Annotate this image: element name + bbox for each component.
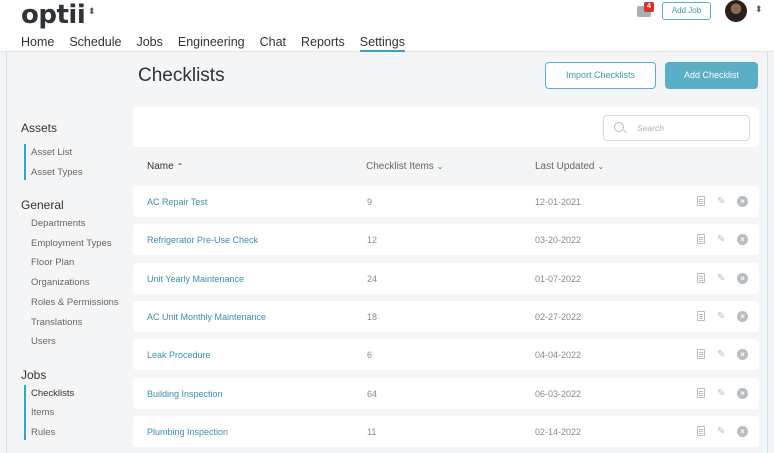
checklist-items-count: 11 <box>367 427 377 437</box>
sidebar-item-users[interactable]: Users <box>31 336 56 347</box>
checklist-name-link[interactable]: AC Repair Test <box>147 197 207 207</box>
checklist-items-count: 12 <box>367 235 378 245</box>
sidebar-item-organizations[interactable]: Organizations <box>31 277 90 288</box>
add-job-button[interactable]: Add Job <box>662 2 711 20</box>
nav-reports[interactable]: Reports <box>301 35 345 52</box>
last-updated: 02-14-2022 <box>535 427 582 437</box>
sidebar-section-general: General <box>21 198 64 212</box>
nav-schedule[interactable]: Schedule <box>69 35 121 52</box>
view-document-icon[interactable] <box>697 234 705 244</box>
view-document-icon[interactable] <box>697 388 705 398</box>
frame-border-right <box>767 52 768 453</box>
chevron-down-icon: ⌄ <box>597 162 605 171</box>
sidebar-item-rules[interactable]: Rules <box>31 427 55 438</box>
chat-badge: 4 <box>644 2 654 12</box>
delete-icon[interactable]: × <box>737 273 748 284</box>
edit-pencil-icon[interactable]: ✎ <box>717 388 729 399</box>
nav-chat[interactable]: Chat <box>260 35 286 52</box>
delete-icon[interactable]: × <box>737 196 748 207</box>
last-updated: 04-04-2022 <box>535 350 582 360</box>
view-document-icon[interactable] <box>697 349 705 359</box>
table-row: Refrigerator Pre-Use Check 12 03-20-2022… <box>133 224 759 255</box>
last-updated: 03-20-2022 <box>535 235 582 245</box>
checklist-name-link[interactable]: AC Unit Monthly Maintenance <box>147 312 266 322</box>
checklist-name-link[interactable]: Leak Procedure <box>147 350 211 360</box>
sidebar-section-assets: Assets <box>21 121 58 135</box>
edit-pencil-icon[interactable]: ✎ <box>717 426 729 437</box>
nav-engineering[interactable]: Engineering <box>178 35 245 52</box>
sidebar-item-roles-permissions[interactable]: Roles & Permissions <box>31 297 119 308</box>
column-header-name[interactable]: Name ⌃ <box>147 161 183 172</box>
search-icon <box>614 122 624 132</box>
sidebar-active-bar <box>24 144 26 180</box>
top-header: optii ⬍ Home Schedule Jobs Engineering C… <box>0 0 774 52</box>
search-placeholder: Search <box>637 123 664 133</box>
nav-jobs[interactable]: Jobs <box>136 35 162 52</box>
last-updated: 02-27-2022 <box>535 312 582 322</box>
view-document-icon[interactable] <box>697 311 705 321</box>
optii-logo[interactable]: optii <box>21 0 86 30</box>
view-document-icon[interactable] <box>697 196 705 206</box>
delete-icon[interactable]: × <box>737 349 748 360</box>
edit-pencil-icon[interactable]: ✎ <box>717 196 729 207</box>
view-document-icon[interactable] <box>697 426 705 436</box>
nav-home[interactable]: Home <box>21 35 54 52</box>
delete-icon[interactable]: × <box>737 388 748 399</box>
last-updated: 12-01-2021 <box>535 197 582 207</box>
checklist-name-link[interactable]: Building Inspection <box>147 389 223 399</box>
search-input[interactable] <box>603 115 750 141</box>
page-title: Checklists <box>138 65 225 86</box>
sidebar-item-employment-types[interactable]: Employment Types <box>31 238 112 249</box>
table-row: Unit Yearly Maintenance 24 01-07-2022 ✎ … <box>133 263 759 294</box>
sidebar-item-asset-types[interactable]: Asset Types <box>31 167 83 178</box>
sidebar-item-departments[interactable]: Departments <box>31 218 85 229</box>
column-header-checklist-items[interactable]: Checklist Items ⌄ <box>366 161 444 172</box>
checklist-name-link[interactable]: Plumbing Inspection <box>147 427 228 437</box>
table-row: AC Repair Test 9 12-01-2021 ✎ × <box>133 186 759 217</box>
sidebar-item-translations[interactable]: Translations <box>31 317 82 328</box>
sidebar-item-asset-list[interactable]: Asset List <box>31 147 72 158</box>
column-header-last-updated[interactable]: Last Updated ⌄ <box>535 161 604 172</box>
checklist-items-count: 9 <box>367 197 373 207</box>
table-row: Plumbing Inspection 11 02-14-2022 ✎ × <box>133 416 759 447</box>
table-row: Leak Procedure 6 04-04-2022 ✎ × <box>133 339 759 370</box>
main-nav: Home Schedule Jobs Engineering Chat Repo… <box>21 35 420 52</box>
delete-icon[interactable]: × <box>737 426 748 437</box>
nav-settings[interactable]: Settings <box>359 35 405 52</box>
delete-icon[interactable]: × <box>737 311 748 322</box>
checklist-items-count: 24 <box>367 274 378 284</box>
view-document-icon[interactable] <box>697 273 705 283</box>
edit-pencil-icon[interactable]: ✎ <box>717 311 729 322</box>
checklist-name-link[interactable]: Unit Yearly Maintenance <box>147 274 244 284</box>
import-checklists-button[interactable]: Import Checklists <box>545 62 656 89</box>
checklist-items-count: 6 <box>367 350 373 360</box>
user-menu-icon[interactable]: ⬍ <box>755 5 763 14</box>
checklist-items-count: 18 <box>367 312 378 322</box>
chevron-up-icon: ⌃ <box>176 162 184 171</box>
delete-icon[interactable]: × <box>737 234 748 245</box>
edit-pencil-icon[interactable]: ✎ <box>717 273 729 284</box>
checklist-name-link[interactable]: Refrigerator Pre-Use Check <box>147 235 258 245</box>
frame-border-left <box>6 52 7 453</box>
chevron-down-icon: ⌄ <box>436 162 444 171</box>
table-row: AC Unit Monthly Maintenance 18 02-27-202… <box>133 301 759 332</box>
edit-pencil-icon[interactable]: ✎ <box>717 349 729 360</box>
last-updated: 01-07-2022 <box>535 274 582 284</box>
edit-pencil-icon[interactable]: ✎ <box>717 234 729 245</box>
sidebar-section-jobs: Jobs <box>21 368 47 382</box>
table-row: Building Inspection 64 06-03-2022 ✎ × <box>133 378 759 409</box>
last-updated: 06-03-2022 <box>535 389 582 399</box>
sidebar-active-bar <box>24 385 26 440</box>
property-switcher-icon[interactable]: ⬍ <box>88 7 96 16</box>
avatar[interactable] <box>725 0 747 22</box>
sidebar-item-items[interactable]: Items <box>31 407 54 418</box>
add-checklist-button[interactable]: Add Checklist <box>665 62 758 89</box>
sidebar-item-checklists[interactable]: Checklists <box>31 388 74 399</box>
sidebar-item-floor-plan[interactable]: Floor Plan <box>31 257 74 268</box>
checklist-items-count: 64 <box>367 389 378 399</box>
